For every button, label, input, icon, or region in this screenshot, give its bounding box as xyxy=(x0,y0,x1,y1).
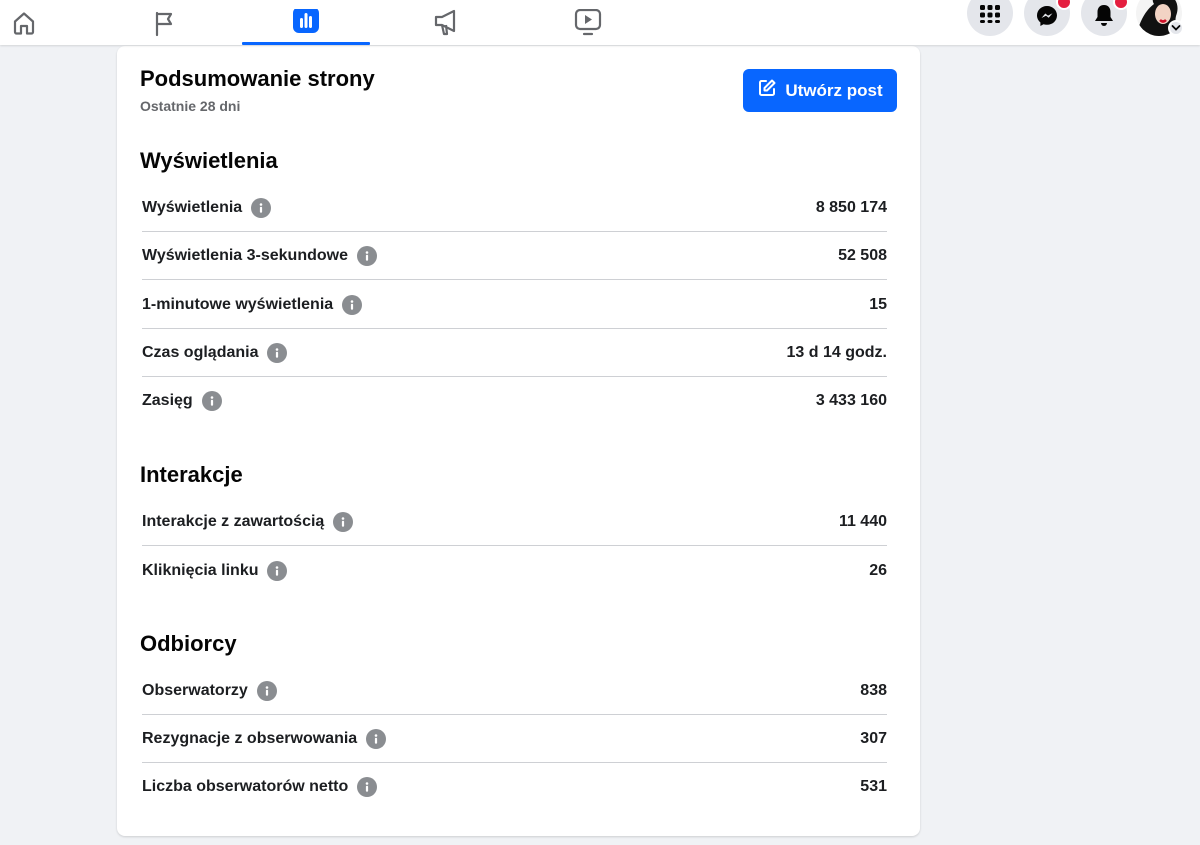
top-navigation-bar xyxy=(0,0,1200,45)
metric-label: Liczba obserwatorów netto xyxy=(142,778,349,795)
account-dropdown[interactable] xyxy=(1168,20,1184,36)
metric-label: 1-minutowe wyświetlenia xyxy=(142,295,334,313)
metric-label: Kliknięcia linku xyxy=(142,562,259,579)
metric-row: Wyświetlenia 8 850 174 xyxy=(142,184,887,232)
info-icon[interactable] xyxy=(201,391,222,411)
create-post-button[interactable]: Utwórz post xyxy=(743,69,897,112)
metric-label: Czas oglądania xyxy=(142,343,259,361)
metric-label: Interakcje z zawartością xyxy=(142,512,325,530)
metric-row: Interakcje z zawartością 11 440 xyxy=(142,498,887,546)
info-icon[interactable] xyxy=(267,561,288,581)
metric-row: Kliknięcia linku 26 xyxy=(142,547,887,595)
info-icon[interactable] xyxy=(251,197,272,218)
info-icon[interactable] xyxy=(357,245,377,266)
metric-row: Obserwatorzy 838 xyxy=(142,667,887,715)
menu-button[interactable] xyxy=(967,0,1013,36)
notifications-button[interactable] xyxy=(1081,0,1129,36)
metric-value: 26 xyxy=(869,562,887,579)
home-icon xyxy=(10,9,38,37)
metric-row: 1-minutowe wyświetlenia 15 xyxy=(142,281,887,329)
insights-bar-chart-icon xyxy=(292,8,320,37)
metric-value: 307 xyxy=(860,729,887,747)
chevron-down-icon xyxy=(1171,19,1181,37)
video-play-icon xyxy=(573,8,603,37)
metric-row: Czas oglądania 13 d 14 godz. xyxy=(142,329,887,377)
metric-value: 52 508 xyxy=(838,246,887,264)
metric-row: Liczba obserwatorów netto 531 xyxy=(142,763,887,811)
metric-label-wrapper: Wyświetlenia 3-sekundowe xyxy=(142,245,377,266)
nav-tab-pages[interactable] xyxy=(100,0,228,45)
info-icon[interactable] xyxy=(333,511,354,532)
metric-value: 838 xyxy=(860,681,887,699)
page-title: Podsumowanie strony xyxy=(140,66,375,91)
section-title-views: Wyświetlenia xyxy=(140,148,278,173)
metric-label-wrapper: Obserwatorzy xyxy=(142,680,277,701)
metric-label-wrapper: Interakcje z zawartością xyxy=(142,511,354,532)
info-icon[interactable] xyxy=(267,342,288,363)
create-post-label: Utwórz post xyxy=(785,80,883,100)
messenger-button[interactable] xyxy=(1024,0,1072,36)
metric-row: Wyświetlenia 3-sekundowe 52 508 xyxy=(142,232,887,280)
edit-icon xyxy=(757,78,785,103)
metric-value: 11 440 xyxy=(838,512,887,530)
metric-value: 8 850 174 xyxy=(815,198,887,216)
megaphone-icon xyxy=(432,9,462,37)
nav-tab-home[interactable] xyxy=(0,0,88,45)
nav-tab-insights[interactable] xyxy=(242,0,370,45)
nav-tab-video[interactable] xyxy=(524,0,652,45)
page-summary-card: Podsumowanie strony Ostatnie 28 dni Utwó… xyxy=(117,46,920,836)
section-title-interactions: Interakcje xyxy=(140,462,243,487)
messenger-icon xyxy=(1035,0,1059,33)
metric-label-wrapper: Czas oglądania xyxy=(142,342,288,363)
info-icon[interactable] xyxy=(256,680,277,701)
nav-tab-ads[interactable] xyxy=(383,0,511,45)
metric-label-wrapper: Zasięg xyxy=(142,391,222,411)
metric-value: 13 d 14 godz. xyxy=(786,343,887,361)
metric-label: Obserwatorzy xyxy=(142,681,248,699)
metric-row: Zasięg 3 433 160 xyxy=(142,377,887,425)
section-title-audience: Odbiorcy xyxy=(140,631,237,656)
metric-label: Wyświetlenia 3-sekundowe xyxy=(142,246,348,264)
metric-label: Wyświetlenia xyxy=(142,198,243,216)
date-range-label: Ostatnie 28 dni xyxy=(140,98,241,114)
info-icon[interactable] xyxy=(366,728,387,749)
metric-label-wrapper: 1-minutowe wyświetlenia xyxy=(142,294,363,315)
flag-icon xyxy=(150,9,178,37)
metric-label: Zasięg xyxy=(142,392,193,409)
metric-label-wrapper: Kliknięcia linku xyxy=(142,561,288,581)
info-icon[interactable] xyxy=(357,777,378,797)
metric-label: Rezygnacje z obserwowania xyxy=(142,729,358,747)
metric-row: Rezygnacje z obserwowania 307 xyxy=(142,715,887,763)
metric-value: 15 xyxy=(869,295,887,313)
metric-value: 531 xyxy=(860,778,887,795)
bell-icon xyxy=(1093,0,1115,33)
info-icon[interactable] xyxy=(342,294,363,315)
notifications-badge xyxy=(1113,0,1129,10)
metric-label-wrapper: Rezygnacje z obserwowania xyxy=(142,728,387,749)
metric-label-wrapper: Liczba obserwatorów netto xyxy=(142,777,378,797)
metric-value: 3 433 160 xyxy=(815,392,887,409)
menu-grid-icon xyxy=(978,0,1002,28)
messenger-badge xyxy=(1056,0,1072,10)
metric-label-wrapper: Wyświetlenia xyxy=(142,197,272,218)
